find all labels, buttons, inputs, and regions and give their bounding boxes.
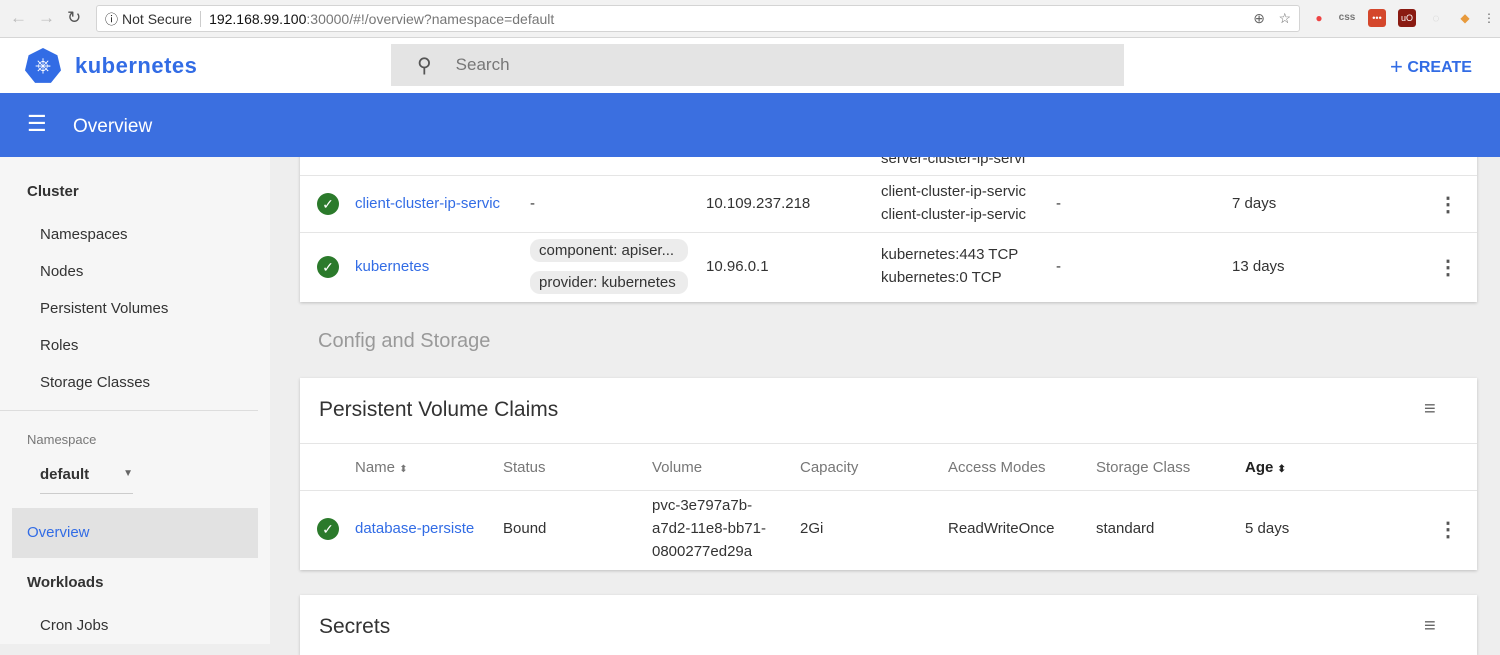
address-bar[interactable]: ⓘ Not Secure 192.168.99.100:30000/#!/ove… [96,5,1300,32]
security-label: Not Secure [122,10,202,27]
sidebar-item-persistent-volumes[interactable]: Persistent Volumes [40,300,168,317]
pvc-name-link[interactable]: database-persiste [355,520,490,537]
table-row: ✓ kubernetes component: apiser... provid… [300,232,1477,302]
column-header-name[interactable]: Name ⬍ [355,459,408,476]
sidebar-item-overview[interactable]: Overview [12,508,258,558]
internal-endpoint: client-cluster-ip-servic [881,206,1027,223]
ublock-icon[interactable]: uO [1398,9,1416,27]
info-icon: ⓘ [105,12,119,27]
age: 7 days [1232,195,1277,212]
metamask-icon[interactable]: ◆ [1456,9,1474,27]
create-button[interactable]: + CREATE [1390,54,1472,80]
cluster-ip: 10.109.237.218 [706,195,811,212]
volume: pvc-3e797a7b- [652,497,753,514]
column-header-status: Status [503,459,546,476]
more-vert-icon[interactable]: ⋮ [1438,517,1458,542]
age: 5 days [1245,520,1290,537]
star-icon[interactable]: ☆ [1278,10,1291,27]
opera-icon[interactable]: ● [1310,9,1328,27]
search-input[interactable]: ⚲ Search [391,44,1124,86]
filter-icon[interactable]: ≡ [1424,615,1436,638]
create-label: CREATE [1407,59,1472,76]
check-circle-icon: ✓ [317,518,339,540]
internal-endpoint: kubernetes:443 TCP [881,246,1019,263]
sidebar-item-storage-classes[interactable]: Storage Classes [40,374,150,391]
forward-icon[interactable]: → [38,8,55,28]
label-chip: component: apiser... [530,239,688,262]
browser-toolbar: ← → ↻ ⓘ Not Secure 192.168.99.100:30000/… [0,0,1500,38]
service-name-link[interactable]: kubernetes [355,258,429,275]
search-placeholder: Search [455,55,510,74]
card-title: Secrets [319,615,391,638]
sort-icon: ⬍ [1277,464,1286,475]
cluster-ip: 10.96.0.1 [706,258,769,275]
namespace-select[interactable]: default ▼ [40,466,133,494]
column-header-age[interactable]: Age ⬍ [1245,459,1286,476]
sidebar-divider [0,410,258,411]
labels: - [530,195,535,212]
menu-icon[interactable]: ☰ [27,111,47,137]
more-vert-icon[interactable]: ⋮ [1438,192,1458,217]
check-circle-icon: ✓ [317,193,339,215]
external-endpoints: - [1056,258,1061,275]
namespace-value: default [40,466,90,483]
filter-icon[interactable]: ≡ [1424,398,1436,421]
age: 13 days [1232,258,1285,275]
sort-icon: ⬍ [399,464,408,475]
more-vert-icon[interactable]: ⋮ [1438,255,1458,280]
url-host: 192.168.99.100 [209,10,307,27]
internal-endpoint: client-cluster-ip-servic [881,183,1027,200]
volume: a7d2-11e8-bb71- [652,520,766,537]
sidebar-heading-workloads[interactable]: Workloads [27,574,103,591]
sidebar-item-cron-jobs[interactable]: Cron Jobs [40,617,108,634]
column-header-capacity: Capacity [800,459,859,476]
back-icon[interactable]: ← [10,8,27,28]
dropdown-arrow-icon: ▼ [123,468,133,479]
label-chip: provider: kubernetes [530,271,688,294]
lastpass-icon[interactable]: ••• [1368,9,1386,27]
sidebar-item-roles[interactable]: Roles [40,337,78,354]
column-header-storage-class: Storage Class [1096,459,1191,476]
css-icon[interactable]: css [1338,9,1356,27]
check-circle-icon: ✓ [317,256,339,278]
column-header-volume: Volume [652,459,703,476]
namespace-label: Namespace [27,432,97,447]
status: Bound [503,520,547,537]
section-title-config-storage: Config and Storage [318,330,491,352]
browser-menu-icon[interactable]: ⋮ [1480,9,1498,27]
reload-icon[interactable]: ↻ [67,8,81,28]
access-modes: ReadWriteOnce [948,520,1055,537]
extension-icon[interactable]: ◌ [1427,9,1445,27]
table-header: Name ⬍ Status Volume Capacity Access Mod… [300,443,1477,490]
volume: 0800277ed29a [652,543,753,560]
storage-class: standard [1096,520,1155,537]
capacity: 2Gi [800,520,824,537]
external-endpoints: - [1056,195,1061,212]
table-row: ✓ client-cluster-ip-servic - 10.109.237.… [300,175,1477,232]
sidebar-item-nodes[interactable]: Nodes [40,263,83,280]
secrets-card: Secrets ≡ [300,595,1477,655]
brand-name[interactable]: kubernetes [75,53,197,79]
column-header-access-modes: Access Modes [948,459,1046,476]
title-bar-bg: ☰ Overview [0,93,1500,157]
sidebar-heading-cluster[interactable]: Cluster [27,183,79,200]
internal-endpoint: kubernetes:0 TCP [881,269,1002,286]
service-name-link[interactable]: client-cluster-ip-servic [355,195,515,212]
services-card: server-cluster-ip-servi ✓ client-cluster… [300,140,1477,302]
sidebar-item-namespaces[interactable]: Namespaces [40,226,128,243]
pvc-card: Persistent Volume Claims ≡ Name ⬍ Status… [300,378,1477,570]
url-path: :30000/#!/overview?namespace=default [306,10,555,27]
plus-icon: + [1390,54,1403,79]
table-row: ✓ database-persiste Bound pvc-3e797a7b- … [300,490,1477,570]
search-icon: ⚲ [417,54,432,77]
zoom-icon[interactable]: ⊕ [1253,10,1265,27]
page-title: Overview [73,116,153,137]
card-title: Persistent Volume Claims [319,398,559,421]
